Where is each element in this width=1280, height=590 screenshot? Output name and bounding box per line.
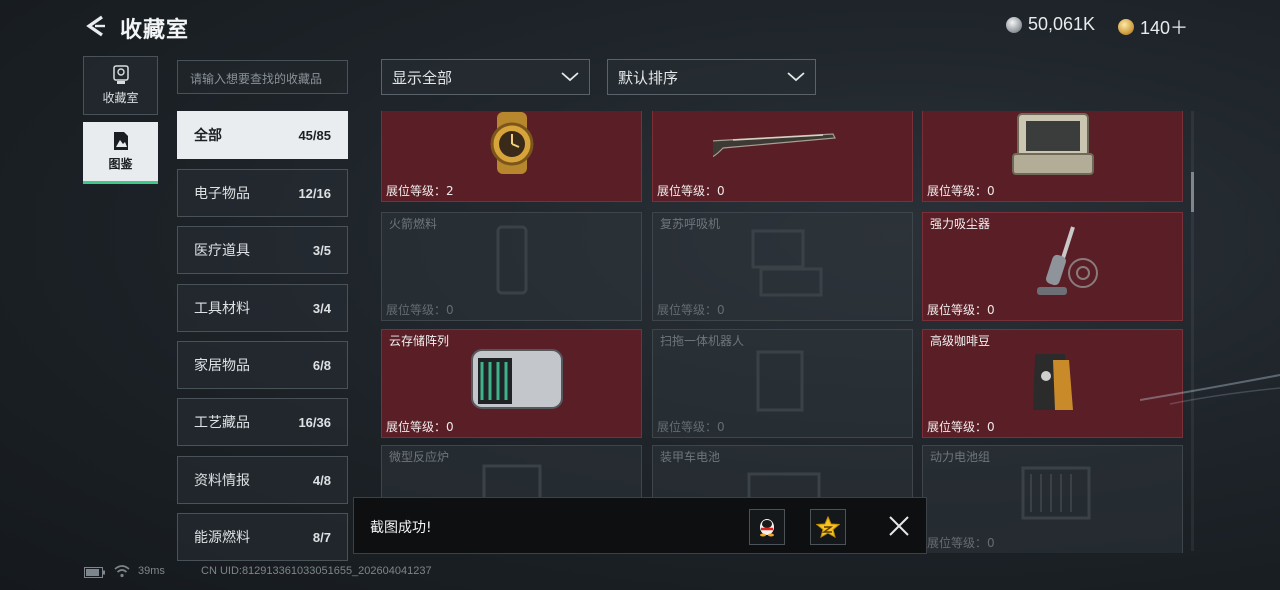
category-label: 医疗道具 <box>194 243 250 259</box>
nav-collection-room[interactable]: 收藏室 <box>83 56 158 115</box>
item-card[interactable]: 扫拖一体机器人 展位等级：0 <box>652 329 913 438</box>
gold-currency[interactable]: 140＋ <box>1118 14 1188 40</box>
toast-message: 截图成功! <box>370 520 432 536</box>
gold-coin-icon <box>1118 19 1134 35</box>
category-count: 3/4 <box>312 300 331 316</box>
category-label: 家居物品 <box>194 358 250 374</box>
item-level: 展位等级：0 <box>927 184 995 198</box>
category-electronics[interactable]: 电子物品 12/16 <box>177 169 348 217</box>
item-name: 高级咖啡豆 <box>930 334 991 348</box>
category-label: 全部 <box>194 128 222 144</box>
silver-amount: 50,061K <box>1028 14 1096 34</box>
search-placeholder: 请输入想要查找的收藏品 <box>190 72 323 86</box>
category-count: 3/5 <box>312 242 331 258</box>
decorative-light-streak <box>1140 374 1280 405</box>
category-intel[interactable]: 资料情报 4/8 <box>177 456 348 504</box>
item-level: 展位等级：0 <box>927 536 995 550</box>
item-level: 展位等级：0 <box>927 420 995 434</box>
category-count: 4/8 <box>312 472 331 488</box>
item-name: 动力电池组 <box>930 450 991 464</box>
item-card[interactable]: 复苏呼吸机 展位等级：0 <box>652 212 913 321</box>
share-qq-button[interactable] <box>749 509 785 545</box>
ventilator-icon <box>751 229 823 297</box>
nav-label: 图鉴 <box>108 157 133 171</box>
trophy-icon <box>112 65 129 84</box>
album-icon <box>113 132 128 150</box>
category-label: 电子物品 <box>194 186 250 202</box>
close-icon[interactable] <box>888 515 910 537</box>
item-level: 展位等级：2 <box>386 184 454 198</box>
item-name: 云存储阵列 <box>389 334 450 348</box>
battery-icon <box>84 567 105 578</box>
item-level: 展位等级：0 <box>927 303 995 317</box>
back-arrow-icon[interactable] <box>84 14 108 38</box>
battery-pack-icon <box>1021 466 1091 520</box>
storage-array-icon <box>471 349 563 409</box>
category-count: 6/8 <box>312 357 331 373</box>
category-medical[interactable]: 医疗道具 3/5 <box>177 226 348 274</box>
chevron-down-icon <box>561 72 579 82</box>
category-label: 资料情报 <box>194 473 250 489</box>
qzone-star-icon <box>816 516 840 538</box>
category-count: 45/85 <box>298 127 331 143</box>
display-filter-value: 显示全部 <box>392 68 453 87</box>
item-name: 微型反应炉 <box>389 450 450 464</box>
item-card[interactable]: 云存储阵列 展位等级：0 <box>381 329 642 438</box>
qq-penguin-icon <box>760 519 774 537</box>
item-name: 扫拖一体机器人 <box>660 334 745 348</box>
item-level: 展位等级：0 <box>657 184 725 198</box>
grid-scrollbar-thumb[interactable] <box>1191 172 1194 212</box>
gold-watch-icon <box>490 112 534 174</box>
category-label: 工艺藏品 <box>194 415 250 431</box>
silver-currency: 50,061K <box>1006 14 1095 35</box>
gold-amount: 140＋ <box>1140 18 1189 38</box>
item-name: 复苏呼吸机 <box>660 217 721 231</box>
rocket-fuel-icon <box>496 225 528 295</box>
wifi-icon <box>114 565 130 578</box>
item-card[interactable]: 展位等级：2 <box>381 111 642 202</box>
category-label: 能源燃料 <box>194 530 250 546</box>
nav-album[interactable]: 图鉴 <box>83 122 158 184</box>
category-tools[interactable]: 工具材料 3/4 <box>177 284 348 332</box>
category-all[interactable]: 全部 45/85 <box>177 111 348 159</box>
item-level: 展位等级：0 <box>386 420 454 434</box>
search-input[interactable]: 请输入想要查找的收藏品 <box>177 60 348 94</box>
item-level: 展位等级：0 <box>386 303 454 317</box>
sort-value: 默认排序 <box>618 68 679 87</box>
item-name: 强力吸尘器 <box>930 217 991 231</box>
item-name: 火箭燃料 <box>389 217 438 231</box>
chevron-down-icon <box>787 72 805 82</box>
item-card[interactable]: 展位等级：0 <box>652 111 913 202</box>
category-household[interactable]: 家居物品 6/8 <box>177 341 348 389</box>
category-energy[interactable]: 能源燃料 8/7 <box>177 513 348 561</box>
item-card[interactable]: 强力吸尘器 展位等级：0 <box>922 212 1183 321</box>
vacuum-cleaner-icon <box>1037 226 1098 295</box>
category-count: 8/7 <box>312 529 331 545</box>
display-filter-dropdown[interactable]: 显示全部 <box>381 59 590 95</box>
share-qzone-button[interactable] <box>810 509 846 545</box>
page-title: 收藏室 <box>120 18 190 43</box>
item-card[interactable]: 展位等级：0 <box>922 111 1183 202</box>
item-card[interactable]: 动力电池组 展位等级：0 <box>922 445 1183 553</box>
item-level: 展位等级：0 <box>657 420 725 434</box>
nav-label: 收藏室 <box>102 91 139 105</box>
antique-musket-icon <box>713 133 836 158</box>
category-count: 12/16 <box>298 185 331 201</box>
sort-dropdown[interactable]: 默认排序 <box>607 59 816 95</box>
item-card[interactable]: 火箭燃料 展位等级：0 <box>381 212 642 321</box>
rugged-laptop-case-icon <box>1012 113 1094 175</box>
silver-coin-icon <box>1006 16 1022 33</box>
item-level: 展位等级：0 <box>657 303 725 317</box>
item-name: 装甲车电池 <box>660 450 721 464</box>
uid-text: CN UID:812913361033051655_202604041237 <box>201 565 432 577</box>
category-crafts[interactable]: 工艺藏品 16/36 <box>177 398 348 446</box>
screenshot-toast: 截图成功! <box>353 497 927 554</box>
item-grid[interactable]: 展位等级：2 展位等级：0 展位等级：0 火箭燃料 展位等级：0 复苏呼吸机 展… <box>381 111 1184 553</box>
category-count: 16/36 <box>298 414 331 430</box>
category-label: 工具材料 <box>194 301 250 317</box>
ping-value: 39ms <box>138 565 165 577</box>
coffee-bag-icon <box>1033 354 1073 410</box>
